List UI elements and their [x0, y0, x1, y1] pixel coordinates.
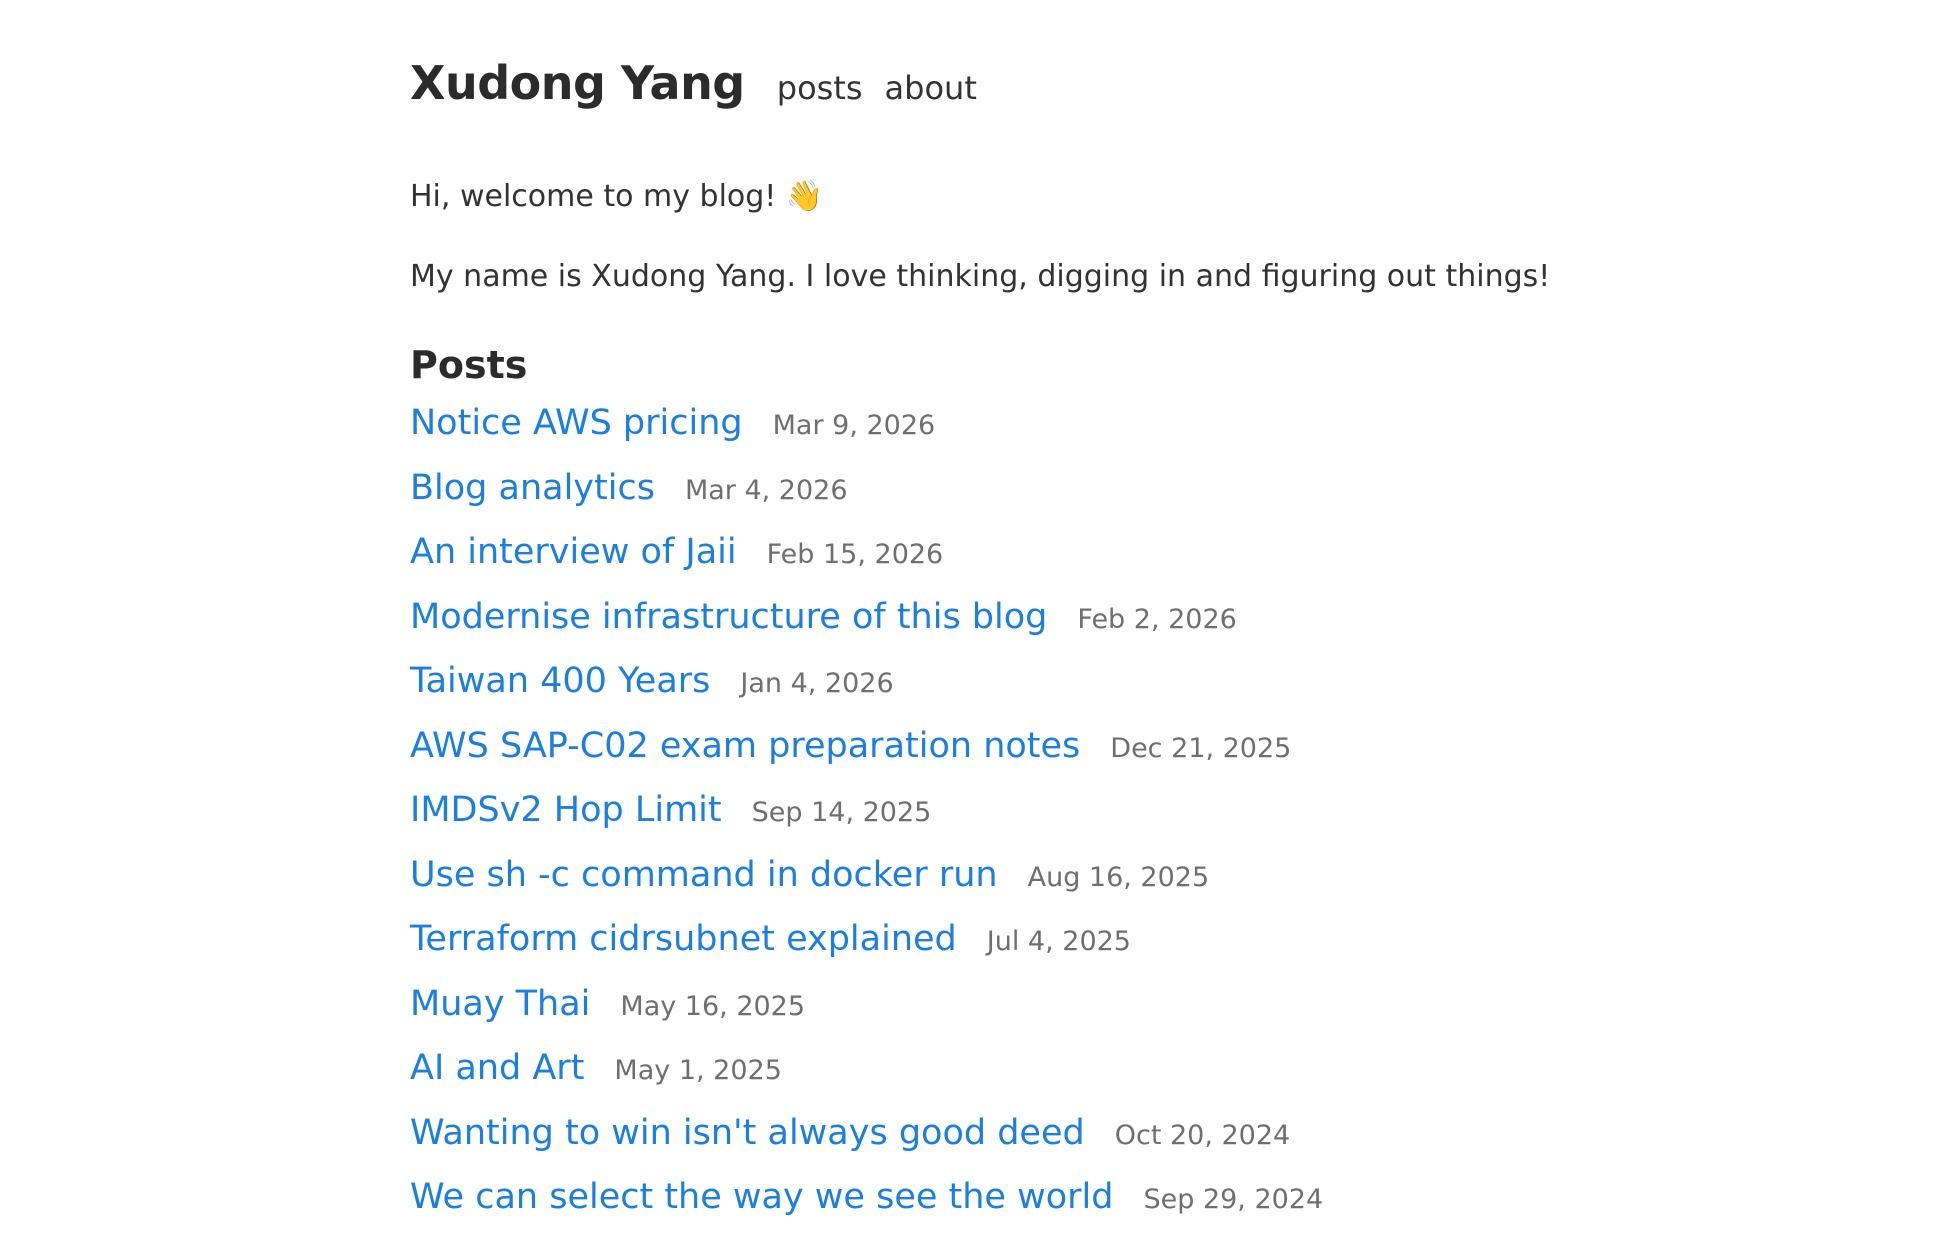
post-title-link[interactable]: Modernise infrastructure of this blog [410, 594, 1047, 640]
post-list-item: Taiwan 400 Years Jan 4, 2026 [410, 658, 1610, 723]
post-date: May 16, 2025 [620, 990, 806, 1022]
main-nav: posts about [777, 69, 999, 107]
post-date: Jan 4, 2026 [740, 668, 894, 699]
post-date: Mar 4, 2026 [684, 474, 848, 506]
post-list-item: Use sh -c command in docker run Aug 16, … [410, 852, 1610, 917]
post-date: Feb 15, 2026 [766, 539, 944, 570]
post-list-item: IMDSv2 Hop Limit Sep 14, 2025 [410, 787, 1610, 852]
post-title-link[interactable]: Notice AWS pricing [410, 400, 743, 446]
post-title-link[interactable]: AI and Art [410, 1045, 584, 1091]
post-date: Sep 14, 2025 [751, 797, 932, 828]
post-list-item: We can select the way we see the world S… [410, 1174, 1610, 1239]
bio-text: My name is Xudong Yang. I love thinking,… [410, 259, 1551, 294]
post-title-link[interactable]: We can select the way we see the world [410, 1174, 1113, 1220]
post-title-link[interactable]: Blog analytics [410, 465, 655, 511]
intro-section: Hi, welcome to my blog! 👋 My name is Xud… [410, 178, 1610, 296]
post-list-item: Modernise infrastructure of this blog Fe… [410, 594, 1610, 659]
post-title-link[interactable]: Terraform cidrsubnet explained [410, 916, 957, 962]
post-title-link[interactable]: Use sh -c command in docker run [410, 852, 998, 898]
post-list: Notice AWS pricing Mar 9, 2026 Blog anal… [410, 400, 1610, 1239]
site-title-link[interactable]: Xudong Yang [410, 56, 745, 110]
post-title-link[interactable]: AWS SAP-C02 exam preparation notes [410, 723, 1080, 769]
post-title-link[interactable]: Muay Thai [410, 981, 590, 1027]
post-title-link[interactable]: IMDSv2 Hop Limit [410, 787, 722, 833]
post-list-item: An interview of Jaii Feb 15, 2026 [410, 529, 1610, 594]
page-container: Xudong Yang posts about Hi, welcome to m… [410, 56, 1610, 1239]
post-date: Dec 21, 2025 [1110, 732, 1292, 764]
post-list-item: AWS SAP-C02 exam preparation notes Dec 2… [410, 723, 1610, 788]
post-date: Jul 4, 2025 [986, 926, 1131, 957]
post-list-item: AI and Art May 1, 2025 [410, 1045, 1610, 1110]
post-title-link[interactable]: Wanting to win isn't always good deed [410, 1110, 1085, 1156]
post-list-item: Wanting to win isn't always good deed Oc… [410, 1110, 1610, 1175]
post-date: Feb 2, 2026 [1077, 603, 1237, 635]
post-date: Oct 20, 2024 [1114, 1119, 1291, 1151]
post-date: Sep 29, 2024 [1143, 1184, 1324, 1215]
greeting-text: Hi, welcome to my blog! 👋 [410, 179, 824, 214]
post-date: May 1, 2025 [614, 1055, 782, 1086]
post-date: Mar 9, 2026 [772, 410, 936, 441]
post-list-item: Muay Thai May 16, 2025 [410, 981, 1610, 1046]
nav-about-link[interactable]: about [885, 69, 977, 107]
post-list-item: Terraform cidrsubnet explained Jul 4, 20… [410, 916, 1610, 981]
post-title-link[interactable]: An interview of Jaii [410, 529, 737, 575]
site-header: Xudong Yang posts about [410, 56, 1610, 116]
nav-posts-link[interactable]: posts [777, 69, 863, 107]
post-title-link[interactable]: Taiwan 400 Years [410, 658, 710, 704]
posts-heading: Posts [410, 343, 528, 387]
post-list-item: Blog analytics Mar 4, 2026 [410, 465, 1610, 530]
post-date: Aug 16, 2025 [1027, 861, 1210, 893]
post-list-item: Notice AWS pricing Mar 9, 2026 [410, 400, 1610, 465]
